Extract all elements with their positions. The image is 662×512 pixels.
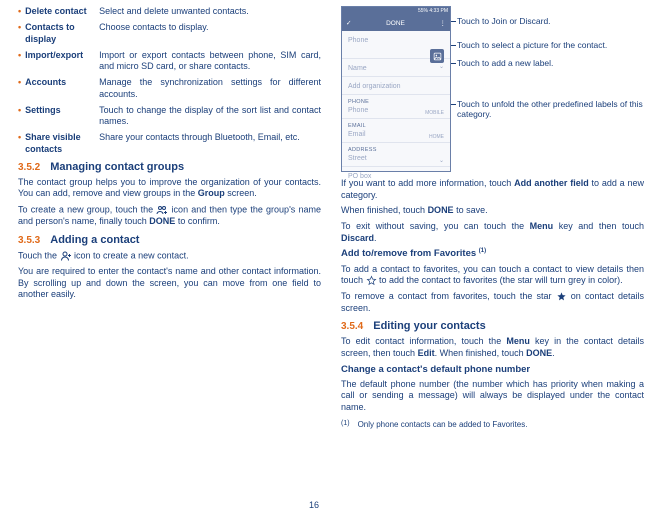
phone-org-section[interactable]: Add organization [342,77,450,95]
bullet-desc: Share your contacts through Bluetooth, E… [99,132,321,155]
group-add-icon [156,204,168,216]
footnote: (1) Only phone contacts can be added to … [341,420,644,429]
para-done-save: When finished, touch DONE to save. [341,205,644,217]
section-number: 3.5.2 [18,162,40,173]
phone-email-section: EMAIL Email HOME [342,119,450,143]
bullet-dot: • [18,77,21,100]
callout-new-label: Touch to add a new label. [457,58,644,68]
para-353-2: You are required to enter the contact's … [18,266,321,301]
bullet-term: Settings [25,105,99,128]
bullet-accounts: • Accounts Manage the synchronization se… [18,77,321,100]
phone-header-section: Phone [342,31,450,59]
bullet-dot: • [18,6,21,17]
expand-arrow-icon[interactable]: ⌄ [439,157,444,164]
bullet-desc: Import or export contacts between phone,… [99,50,321,73]
expand-arrow-icon[interactable]: ⌄ [439,63,444,70]
subhead-favorites: Add to/remove from Favorites (1) [341,248,644,259]
bullet-dot: • [18,22,21,45]
para-remove-fav: To remove a contact from favorites, touc… [341,291,644,314]
po-field[interactable]: PO box [348,171,444,182]
left-column: • Delete contact Select and delete unwan… [0,0,331,512]
right-column: 55% 4:33 PM ✓ DONE ⋮ Phone Name ⌄ Add or… [331,0,662,512]
footnote-mark: (1) [341,420,350,429]
section-353-heading: 3.5.3 Adding a contact [18,234,321,246]
bullet-term: Import/export [25,50,99,73]
bullet-term: Delete contact [25,6,99,17]
bullet-delete-contact: • Delete contact Select and delete unwan… [18,6,321,17]
para-edit: To edit contact information, touch the M… [341,336,644,359]
bullet-dot: • [18,50,21,73]
phone-statusbar: 55% 4:33 PM [342,7,450,15]
name-field[interactable]: Name [348,63,444,74]
para-352-2: To create a new group, touch the icon an… [18,204,321,228]
bullet-import-export: • Import/export Import or export contact… [18,50,321,73]
phone-po-section[interactable]: PO box [342,167,450,184]
bullet-dot: • [18,132,21,155]
callout-join-discard: Touch to Join or Discard. [457,16,644,26]
para-discard: To exit without saving, you can touch th… [341,221,644,244]
check-icon[interactable]: ✓ [346,19,351,27]
phone-diagram: 55% 4:33 PM ✓ DONE ⋮ Phone Name ⌄ Add or… [341,6,644,172]
para-add-fav: To add a contact to favorites, you can t… [341,264,644,287]
page-number: 16 [0,500,331,510]
bullet-settings: • Settings Touch to change the display o… [18,105,321,128]
footnote-text: Only phone contacts can be added to Favo… [358,420,528,429]
section-title: Editing your contacts [373,320,485,332]
street-field[interactable]: Street [348,153,444,164]
email-type-label[interactable]: HOME [429,134,444,140]
bullet-term: Accounts [25,77,99,100]
bullet-contacts-display: • Contacts to display Choose contacts to… [18,22,321,45]
phone-actionbar[interactable]: ✓ DONE ⋮ [342,15,450,31]
bullet-desc: Manage the synchronization settings for … [99,77,321,100]
bullet-desc: Choose contacts to display. [99,22,321,45]
menu-icon[interactable]: ⋮ [439,19,446,27]
bullet-desc: Select and delete unwanted contacts. [99,6,321,17]
para-352-1: The contact group helps you to improve t… [18,177,321,200]
status-text: 55% 4:33 PM [418,8,448,14]
phone-account-label: Phone [348,35,444,46]
done-label[interactable]: DONE [386,20,405,27]
callout-unfold: Touch to unfold the other predefined lab… [457,99,644,119]
section-352-heading: 3.5.2 Managing contact groups [18,161,321,173]
phone-phone-section: PHONE Phone MOBILE [342,95,450,119]
phone-type-label[interactable]: MOBILE [425,110,444,116]
bullet-term: Share visible contacts [25,132,99,155]
callouts: Touch to Join or Discard. Touch to selec… [457,6,644,172]
bullet-dot: • [18,105,21,128]
phone-name-section[interactable]: Name ⌄ [342,59,450,77]
para-default-number: The default phone number (the number whi… [341,379,644,414]
org-field[interactable]: Add organization [348,81,444,92]
bullet-term: Contacts to display [25,22,99,45]
subhead-change-default: Change a contact's default phone number [341,364,644,375]
section-number: 3.5.4 [341,321,363,332]
star-filled-icon [556,291,567,301]
contact-add-icon [60,250,72,262]
callout-picture: Touch to select a picture for the contac… [457,40,644,50]
phone-mock: 55% 4:33 PM ✓ DONE ⋮ Phone Name ⌄ Add or… [341,6,451,172]
section-title: Managing contact groups [50,161,184,173]
bullet-share-visible: • Share visible contacts Share your cont… [18,132,321,155]
phone-address-section: ADDRESS Street ⌄ [342,143,450,167]
section-354-heading: 3.5.4 Editing your contacts [341,320,644,332]
star-outline-icon [366,275,377,285]
bullet-desc: Touch to change the display of the sort … [99,105,321,128]
para-353-1: Touch the icon to create a new contact. [18,250,321,262]
section-title: Adding a contact [50,234,139,246]
section-number: 3.5.3 [18,235,40,246]
